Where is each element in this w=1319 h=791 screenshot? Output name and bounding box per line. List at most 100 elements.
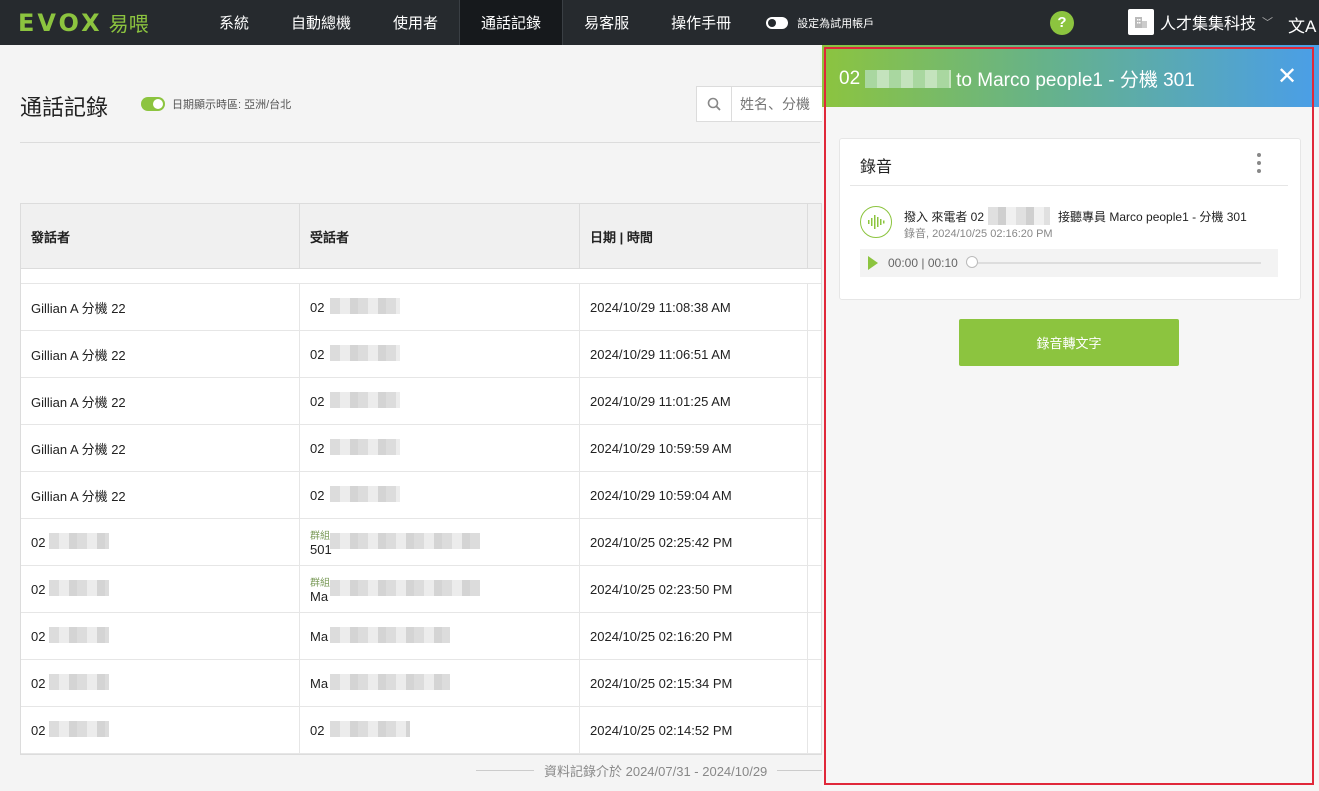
overflow-cell	[808, 331, 821, 377]
table-row[interactable]: 02 群組 501 2024/10/25 02:25:42 PM	[21, 519, 821, 566]
translate-icon[interactable]: 文A	[1288, 12, 1316, 37]
column-datetime[interactable]: 日期 | 時間	[580, 204, 808, 268]
evox-logo[interactable]: EVOX 易喂	[18, 0, 198, 45]
panel-title: 02 to Marco people1 - 分機 301	[839, 65, 1195, 92]
date-range-note: 資料記錄介於 2024/07/31 - 2024/10/29	[466, 761, 846, 780]
help-icon[interactable]: ?	[1050, 11, 1074, 35]
callee-cell: 群組 Ma	[300, 566, 580, 612]
caller-cell: 02	[21, 707, 300, 753]
page-title: 通話記錄	[20, 95, 109, 120]
card-divider	[850, 185, 1288, 186]
datetime-cell: 2024/10/29 11:08:38 AM	[580, 284, 808, 330]
panel-header: 02 to Marco people1 - 分機 301 ✕	[822, 45, 1319, 107]
table-row[interactable]: 02 Ma 2024/10/25 02:15:34 PM	[21, 660, 821, 707]
speech-to-text-button[interactable]: 錄音轉文字	[959, 319, 1179, 366]
redacted-number	[330, 674, 450, 690]
caller-cell: Gillian A 分機 22	[21, 331, 300, 377]
datetime-cell: 2024/10/25 02:16:20 PM	[580, 613, 808, 659]
callee-cell: 02	[300, 707, 580, 753]
panel-title-suffix: to Marco people1 - 分機 301	[956, 70, 1195, 91]
datetime-cell: 2024/10/29 10:59:04 AM	[580, 472, 808, 518]
overflow-cell	[808, 378, 821, 424]
table-row[interactable]: 02 02 2024/10/25 02:14:52 PM	[21, 707, 821, 754]
panel-title-prefix: 02	[839, 67, 861, 89]
callee-cell: 02	[300, 378, 580, 424]
datetime-cell: 2024/10/29 11:01:25 AM	[580, 378, 808, 424]
redacted-number	[330, 345, 400, 361]
table-row[interactable]: 02 群組 Ma 2024/10/25 02:23:50 PM	[21, 566, 821, 613]
overflow-cell	[808, 566, 821, 612]
call-records-table: 發話者 受話者 日期 | 時間 Gillian A 分機 22 02 2024/10…	[20, 203, 822, 755]
trial-toggle-switch[interactable]	[766, 16, 789, 29]
overflow-cell	[808, 284, 821, 330]
overflow-cell	[808, 613, 821, 659]
table-row[interactable]: Gillian A 分機 22 02 2024/10/29 11:01:25 AM	[21, 378, 821, 425]
overflow-cell	[808, 660, 821, 706]
table-spacer	[21, 269, 821, 284]
overflow-cell	[808, 425, 821, 471]
datetime-cell: 2024/10/29 10:59:59 AM	[580, 425, 808, 471]
title-divider	[20, 142, 820, 143]
column-callee[interactable]: 受話者	[300, 204, 580, 268]
redacted-number	[330, 486, 400, 502]
table-row[interactable]: 02 Ma 2024/10/25 02:16:20 PM	[21, 613, 821, 660]
overflow-cell	[808, 472, 821, 518]
recording-meta: 錄音, 2024/10/25 02:16:20 PM	[904, 228, 1053, 240]
timezone-switch[interactable]	[141, 97, 165, 111]
column-more[interactable]	[808, 204, 821, 268]
caller-cell: 02	[21, 660, 300, 706]
logo-sub: 易喂	[108, 12, 149, 36]
recording-card: 錄音 撥入 來電者 02 接聽專員 Marco people1 - 分機 301…	[839, 138, 1301, 300]
recording-suffix: 接聽專員 Marco people1 - 分機 301	[1058, 209, 1247, 224]
seek-track[interactable]	[965, 256, 1261, 268]
nav-system[interactable]: 系統	[198, 0, 270, 45]
callee-cell: 群組 501	[300, 519, 580, 565]
nav-auto-attendant[interactable]: 自動總機	[270, 0, 372, 45]
top-nav: EVOX 易喂 系統 自動總機 使用者 通話記錄 易客服 操作手冊 設定為試用帳…	[0, 0, 1319, 45]
play-icon[interactable]	[868, 256, 878, 270]
overflow-cell	[808, 707, 821, 753]
table-row[interactable]: Gillian A 分機 22 02 2024/10/29 11:08:38 AM	[21, 284, 821, 331]
nav-customer-service[interactable]: 易客服	[563, 0, 650, 45]
datetime-cell: 2024/10/25 02:25:42 PM	[580, 519, 808, 565]
close-icon[interactable]: ✕	[1277, 62, 1297, 91]
trial-label: 設定為試用帳戶	[797, 17, 875, 30]
callee-cell: 02	[300, 425, 580, 471]
search-input[interactable]	[738, 95, 832, 113]
search-icon[interactable]	[697, 87, 732, 121]
redacted-number	[49, 533, 109, 549]
table-row[interactable]: Gillian A 分機 22 02 2024/10/29 11:06:51 AM	[21, 331, 821, 378]
company-switcher[interactable]: 人才集集科技 ﹀	[1128, 9, 1273, 35]
recording-prefix: 撥入 來電者 02	[904, 209, 985, 224]
redacted-number	[988, 207, 1051, 225]
redacted-number	[330, 392, 400, 408]
callee-cell: 02	[300, 472, 580, 518]
logo-text: EVOX	[18, 8, 103, 37]
timezone-label: 日期顯示時區: 亞洲/台北	[172, 99, 292, 111]
caller-text: Gillian A 分機 22	[31, 347, 126, 363]
redacted-number	[49, 721, 109, 737]
card-title: 錄音	[860, 159, 893, 176]
timezone-toggle[interactable]: 日期顯示時區: 亞洲/台北	[141, 96, 291, 112]
trial-account-toggle[interactable]: 設定為試用帳戶	[766, 15, 874, 31]
audio-wave-icon	[860, 206, 892, 238]
table-row[interactable]: Gillian A 分機 22 02 2024/10/29 10:59:59 AM	[21, 425, 821, 472]
table-row[interactable]: Gillian A 分機 22 02 2024/10/29 10:59:04 AM	[21, 472, 821, 519]
range-note-text: 資料記錄介於 2024/07/31 - 2024/10/29	[544, 764, 768, 779]
redacted-number	[330, 721, 410, 737]
nav-users[interactable]: 使用者	[372, 0, 459, 45]
caller-cell: 02	[21, 566, 300, 612]
table-header: 發話者 受話者 日期 | 時間	[21, 204, 821, 269]
seek-knob[interactable]	[965, 256, 978, 268]
building-icon	[1128, 9, 1154, 35]
caller-cell: Gillian A 分機 22	[21, 378, 300, 424]
redacted-number	[330, 580, 480, 596]
caller-cell: 02	[21, 613, 300, 659]
more-options-icon[interactable]	[1254, 153, 1264, 173]
audio-player: 00:00 | 00:10	[860, 249, 1278, 277]
caller-cell: 02	[21, 519, 300, 565]
nav-manual[interactable]: 操作手冊	[650, 0, 752, 45]
column-caller[interactable]: 發話者	[21, 204, 300, 268]
nav-call-records[interactable]: 通話記錄	[459, 0, 564, 45]
redacted-number	[49, 627, 109, 643]
